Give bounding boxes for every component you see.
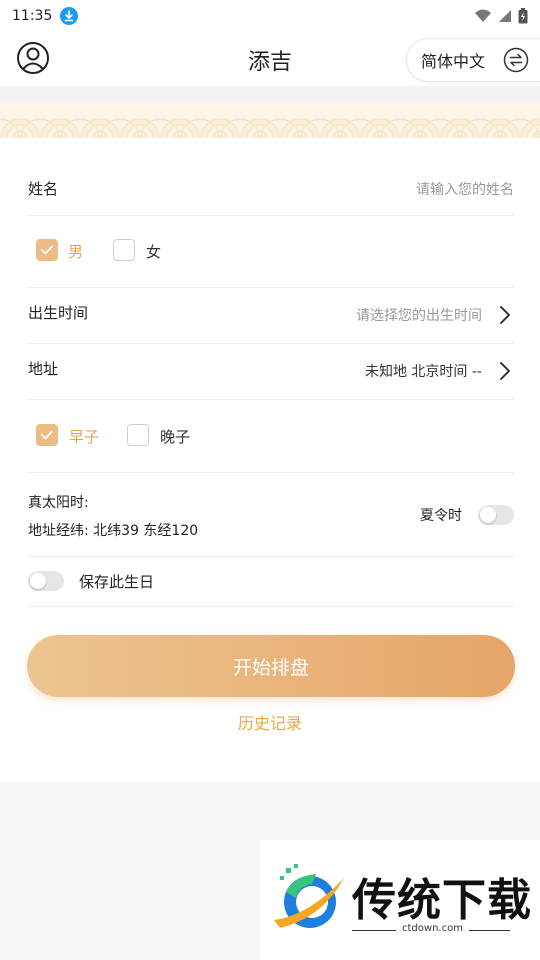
zi-hour-row: 早子 晚子 [28, 400, 514, 473]
birth-time-row[interactable]: 出生时间 请选择您的出生时间 [28, 288, 514, 344]
name-label: 姓名 [28, 180, 59, 198]
solar-time-row: 真太阳时: 地址经纬: 北纬39 东经120 夏令时 [28, 473, 514, 557]
early-zi-label[interactable]: 早子 [69, 426, 99, 447]
battery-icon [518, 8, 528, 24]
late-zi-checkbox[interactable] [127, 424, 149, 446]
ad-brand-name: 传统下载 [352, 875, 532, 926]
download-notification-icon [60, 7, 79, 25]
status-icons [474, 8, 528, 24]
birth-time-value[interactable]: 请选择您的出生时间 [356, 305, 482, 325]
save-birthday-row: 保存此生日 [28, 557, 514, 607]
male-label[interactable]: 男 [68, 241, 83, 262]
birth-form: 姓名 请输入您的姓名 男 女 出生时间 请选择您的出生时间 地址 未知地 北京时… [0, 138, 540, 782]
save-birthday-toggle[interactable] [28, 571, 64, 591]
start-chart-button[interactable]: 开始排盘 [27, 635, 515, 697]
ctdown-logo-icon [274, 864, 344, 928]
solar-time-label: 真太阳时: [28, 495, 89, 511]
dst-label: 夏令时 [420, 508, 462, 524]
late-zi-label[interactable]: 晚子 [160, 426, 190, 447]
start-chart-label: 开始排盘 [232, 656, 309, 679]
signal-icon [499, 10, 511, 22]
watermark-ad: 传统下载 ctdown.com [260, 840, 540, 960]
early-zi-checkbox[interactable] [36, 424, 58, 446]
app-bar: 添吉 简体中文 [0, 32, 540, 86]
coordinates-text: 地址经纬: 北纬39 东经120 [28, 523, 199, 539]
ad-url: ctdown.com [396, 923, 469, 934]
history-link[interactable]: 历史记录 [0, 710, 540, 734]
dst-toggle[interactable] [478, 505, 514, 525]
decorative-wave-banner [0, 86, 540, 138]
name-row[interactable]: 姓名 请输入您的姓名 [28, 138, 514, 216]
birth-time-label: 出生时间 [28, 304, 89, 322]
address-row[interactable]: 地址 未知地 北京时间 -- [28, 344, 514, 400]
toggle-knob [30, 573, 46, 589]
gender-row: 男 女 [28, 216, 514, 288]
male-checkbox[interactable] [36, 239, 58, 261]
address-label: 地址 [28, 360, 59, 378]
language-label: 简体中文 [420, 52, 485, 71]
chevron-right-icon [500, 362, 510, 380]
female-label[interactable]: 女 [146, 241, 161, 262]
save-birthday-label: 保存此生日 [79, 573, 155, 591]
status-bar: 11:35 [0, 0, 540, 32]
swap-icon [503, 47, 529, 73]
name-input[interactable]: 请输入您的姓名 [416, 179, 514, 199]
wifi-icon [475, 9, 491, 22]
chevron-right-icon [500, 306, 510, 324]
address-value[interactable]: 未知地 北京时间 -- [365, 361, 482, 381]
status-time: 11:35 [12, 8, 53, 24]
toggle-knob [480, 507, 496, 523]
language-switch-button[interactable]: 简体中文 [405, 38, 540, 82]
female-checkbox[interactable] [113, 239, 135, 261]
